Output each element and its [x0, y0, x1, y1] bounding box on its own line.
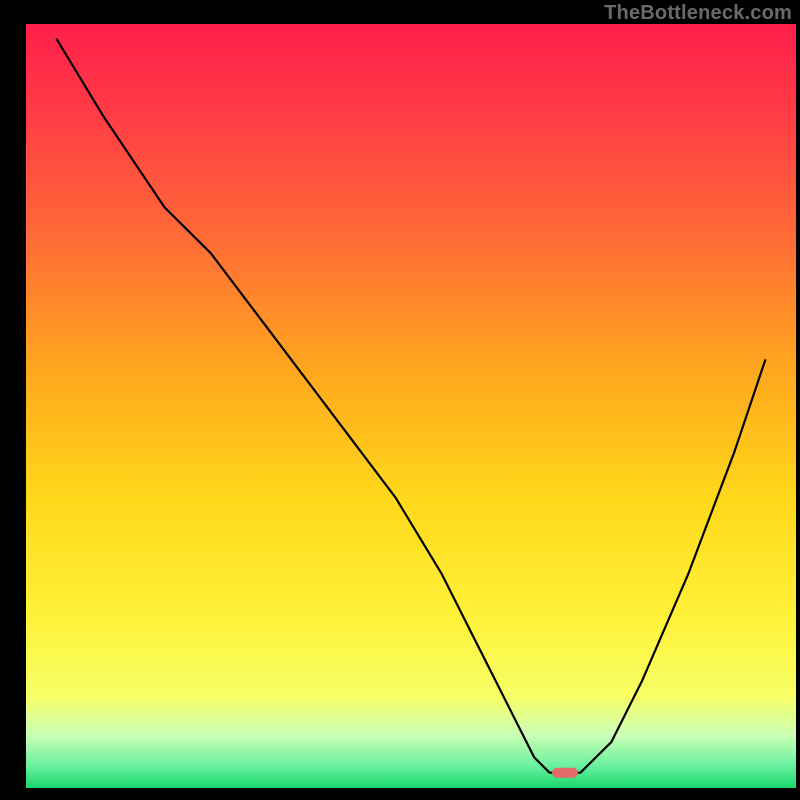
- bottleneck-chart: [0, 0, 800, 800]
- optimal-marker: [552, 768, 578, 778]
- watermark-text: TheBottleneck.com: [604, 2, 792, 25]
- plot-background: [26, 24, 796, 788]
- chart-frame: TheBottleneck.com: [0, 0, 800, 800]
